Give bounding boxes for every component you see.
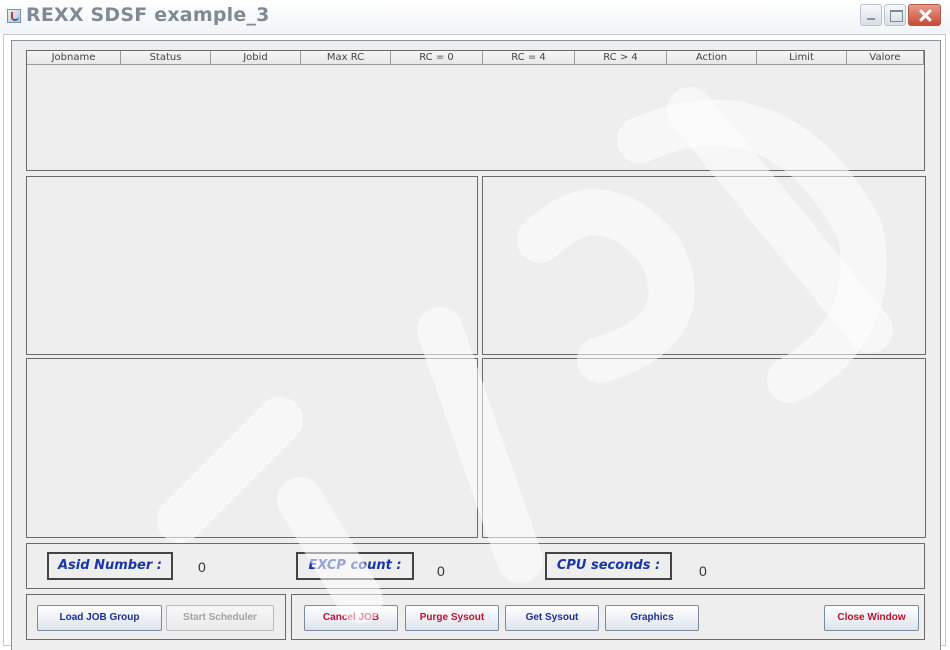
cancel-job-button[interactable]: Cancel JOB [304,605,398,631]
stats-panel: Asid Number : 0 EXCP count : 0 CPU secon… [26,543,925,589]
window-title: REXX SDSF example_3 [26,4,270,26]
job-table[interactable]: Jobname Status Jobid Max RC RC = 0 RC = 4 RC >… [26,50,925,171]
column-header[interactable]: Jobid [211,51,301,65]
column-header[interactable]: Max RC [301,51,391,65]
panel-top-right [482,176,926,355]
close-window-button[interactable]: Close Window [824,605,919,631]
cpu-seconds-value: 0 [699,563,707,579]
load-job-group-button[interactable]: Load JOB Group [37,605,162,631]
graphics-button[interactable]: Graphics [605,605,699,631]
start-scheduler-button[interactable]: Start Scheduler [166,605,274,631]
panel-top-left [26,176,478,355]
java-cup-icon [7,9,21,23]
close-button[interactable] [908,4,941,26]
minimize-button[interactable] [860,4,882,26]
column-header[interactable]: Limit [757,51,847,65]
scheduler-button-group: Load JOB Group Start Scheduler [26,594,286,640]
maximize-button[interactable] [884,4,906,26]
panel-bottom-left [26,358,478,538]
column-header[interactable]: Status [121,51,211,65]
column-header[interactable]: RC = 0 [391,51,483,65]
panel-bottom-right [482,358,926,538]
column-header[interactable]: RC = 4 [483,51,575,65]
asid-number-value: 0 [198,559,206,575]
excp-count-label: EXCP count : [296,552,414,580]
table-header: Jobname Status Jobid Max RC RC = 0 RC = 4 RC >… [27,51,924,65]
main-content: Jobname Status Jobid Max RC RC = 0 RC = 4 RC >… [11,40,941,650]
job-actions-button-group: Cancel JOB Purge Sysout Get Sysout Graph… [291,594,925,640]
get-sysout-button[interactable]: Get Sysout [505,605,599,631]
excp-count-value: 0 [437,563,445,579]
cpu-seconds-label: CPU seconds : [545,552,672,580]
column-header[interactable]: Valore [847,51,924,65]
title-bar: REXX SDSF example_3 [0,0,950,34]
asid-number-label: Asid Number : [47,552,173,580]
column-header[interactable]: Jobname [27,51,121,65]
column-header[interactable]: Action [667,51,757,65]
column-header[interactable]: RC > 4 [575,51,667,65]
purge-sysout-button[interactable]: Purge Sysout [405,605,499,631]
